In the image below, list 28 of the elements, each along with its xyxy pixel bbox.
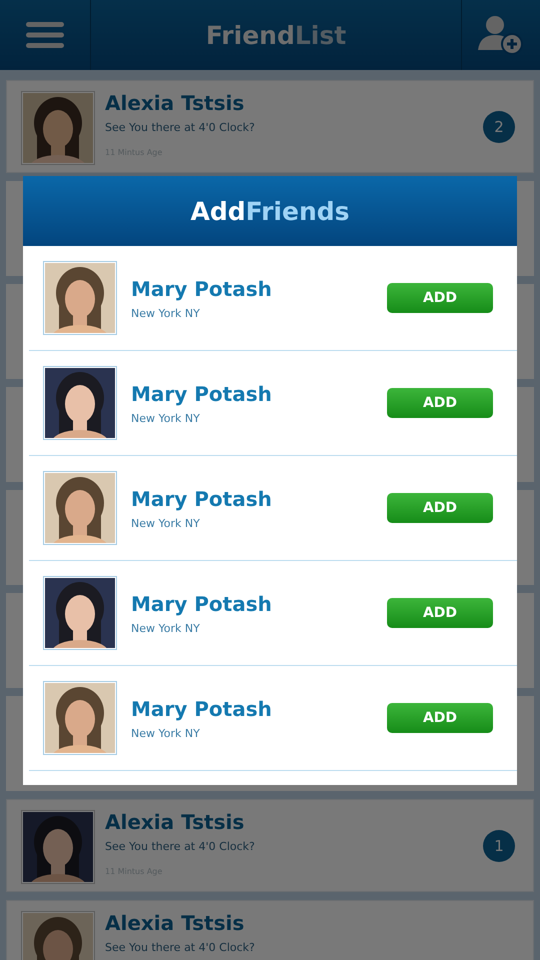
add-button[interactable]: ADD: [387, 598, 493, 628]
person-location: New York NY: [131, 306, 200, 320]
dialog-title: AddFriends: [190, 196, 350, 226]
message-preview: See You there at 4'0 Clock?: [105, 941, 255, 954]
person-location: New York NY: [131, 622, 200, 634]
person-name: Mary Potash: [131, 486, 272, 510]
friend-name: Alexia Tstsis: [105, 91, 244, 115]
add-button[interactable]: ADD: [387, 283, 493, 313]
person-location: New York NY: [131, 412, 200, 424]
friend-name: Alexia Tstsis: [105, 810, 244, 834]
person-name: Mary Potash: [131, 592, 272, 616]
app-title: FriendList: [206, 20, 346, 50]
person-name: Mary Potash: [131, 696, 272, 720]
add-user-icon[interactable]: [478, 15, 524, 55]
add-button[interactable]: ADD: [387, 703, 493, 733]
add-button[interactable]: ADD: [387, 388, 493, 418]
unread-count: 1: [483, 830, 515, 862]
person-name: Mary Potash: [131, 382, 272, 406]
friend-name: Alexia Tstsis: [105, 911, 244, 935]
person-name: Mary Potash: [131, 276, 272, 300]
message-preview: See You there at 4'0 Clock?: [105, 840, 255, 853]
add-button[interactable]: ADD: [387, 493, 493, 523]
unread-count: 2: [483, 110, 515, 142]
person-location: New York NY: [131, 726, 200, 740]
friend-card[interactable]: Alexia Tstsis See You there at 4'0 Clock?: [6, 900, 534, 960]
person-location: New York NY: [131, 516, 200, 530]
menu-icon[interactable]: [26, 22, 64, 48]
message-preview: See You there at 4'0 Clock?: [105, 121, 255, 134]
